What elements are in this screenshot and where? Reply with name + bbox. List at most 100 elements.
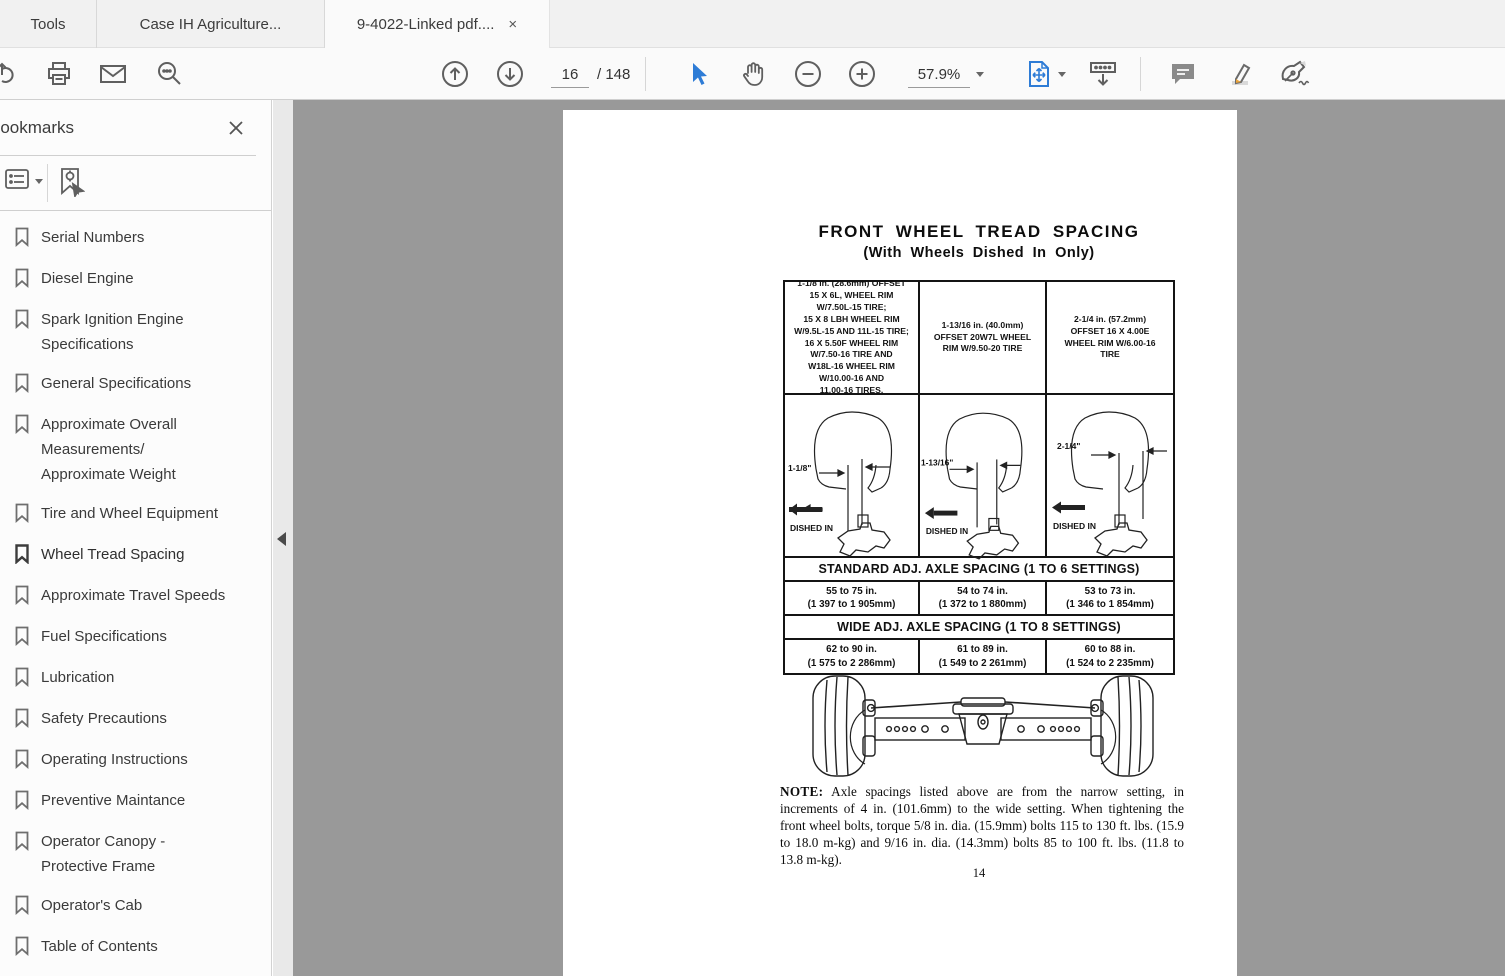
page-number-input[interactable] [551, 62, 589, 88]
zoom-level-value: 57.9% [917, 66, 961, 83]
panel-divider [0, 210, 271, 211]
panel-collapse-strip [273, 100, 293, 976]
hand-tool-button[interactable] [736, 57, 770, 91]
tab-document-1[interactable]: Case IH Agriculture... [97, 0, 325, 48]
print-button[interactable] [42, 57, 76, 91]
sign-pen-icon [1279, 59, 1311, 89]
wheel-diagram-cell: 1-1/8" DISHED IN [785, 395, 920, 557]
bookmark-item-approximate-overall[interactable]: Approximate Overall Measurements/ Approx… [0, 405, 271, 494]
tab-close-icon[interactable]: × [508, 16, 517, 33]
collapse-toolbar-icon [1087, 59, 1119, 89]
bookmark-item-approximate-travel-speeds[interactable]: Approximate Travel Speeds [0, 576, 271, 617]
tab-tools-label: Tools [30, 15, 66, 33]
bookmark-icon [14, 503, 32, 528]
bookmark-item-wheel-tread-spacing[interactable]: Wheel Tread Spacing [0, 535, 271, 576]
wheel-cross-section-diagram: 1-1/8" DISHED IN [788, 411, 893, 557]
print-icon [45, 60, 73, 88]
bookmark-item-diesel-engine[interactable]: Diesel Engine [0, 259, 271, 300]
bookmarks-toolbar [0, 156, 271, 210]
bookmark-icon [14, 373, 32, 398]
wheel-cross-section-diagram: 2-1/4" DISHED IN [1052, 411, 1167, 557]
next-page-button[interactable] [493, 57, 527, 91]
page-subtitle: (With Wheels Dished In Only) [863, 245, 1095, 261]
bookmarks-options-button[interactable] [4, 167, 43, 196]
offset-header-cell: 2-1/4 in. (57.2mm) OFFSET 16 X 4.00E WHE… [1064, 313, 1156, 360]
svg-text:1-1/8": 1-1/8" [788, 463, 811, 473]
select-tool-button[interactable] [681, 57, 715, 91]
front-axle-illustration [803, 670, 1163, 787]
bookmark-icon [14, 936, 32, 961]
bookmark-item-operator-canopy[interactable]: Operator Canopy - Protective Frame [0, 822, 271, 886]
zoom-in-button[interactable] [845, 57, 879, 91]
bookmark-item-table-of-contents[interactable]: Table of Contents [0, 927, 271, 968]
bookmarks-panel: Bookmarks [0, 100, 272, 976]
bookmark-item-operating-instructions[interactable]: Operating Instructions [0, 740, 271, 781]
share-button[interactable] [0, 57, 25, 91]
page-fit-caret-icon[interactable] [1058, 72, 1066, 77]
bookmark-item-safety-precautions[interactable]: Safety Precautions [0, 699, 271, 740]
find-button[interactable] [152, 57, 186, 91]
tab-bar: Tools Case IH Agriculture... 9-4022-Link… [0, 0, 1505, 48]
svg-text:DISHED IN: DISHED IN [790, 523, 833, 533]
standard-spacing-cell: 53 to 73 in. (1 346 to 1 854mm) [1066, 586, 1154, 611]
highlighter-icon [1224, 59, 1254, 89]
toolbar-divider [645, 57, 646, 91]
bookmark-item-lubrication[interactable]: Lubrication [0, 658, 271, 699]
bookmark-icon [14, 585, 32, 610]
collapse-panel-arrow-icon[interactable] [277, 532, 286, 546]
bookmarks-close-button[interactable] [224, 116, 248, 140]
note-text: Axle spacings listed above are from the … [780, 784, 1184, 867]
tab-document-2-active[interactable]: 9-4022-Linked pdf.... × [325, 0, 550, 48]
comment-button[interactable] [1166, 57, 1200, 91]
page-fit-button[interactable] [1022, 57, 1056, 91]
standard-spacing-cell: 54 to 74 in. (1 372 to 1 880mm) [920, 582, 1047, 615]
svg-text:1-13/16": 1-13/16" [921, 457, 953, 467]
wheel-diagram-cell: 1-13/16" DISHED IN [920, 395, 1047, 560]
bookmark-icon [14, 626, 32, 651]
bookmark-icon [14, 895, 32, 920]
page-up-icon [440, 59, 470, 89]
bookmark-icon [14, 831, 32, 879]
svg-text:2-1/4": 2-1/4" [1057, 441, 1080, 451]
bookmark-icon [14, 309, 32, 357]
bookmark-item-spark-ignition[interactable]: Spark Ignition Engine Specifications [0, 300, 271, 364]
bookmark-item-serial-numbers[interactable]: Serial Numbers [0, 218, 271, 259]
wide-spacing-cell: 62 to 90 in. (1 575 to 2 286mm) [785, 640, 920, 673]
bookmark-item-operators-cab[interactable]: Operator's Cab [0, 886, 271, 927]
go-to-bookmark-button[interactable] [57, 167, 86, 202]
content-area: Bookmarks [0, 100, 1505, 976]
document-viewport[interactable]: FRONT WHEEL TREAD SPACING (With Wheels D… [293, 100, 1505, 976]
toolbar-divider [1140, 57, 1141, 91]
highlight-button[interactable] [1222, 57, 1256, 91]
pdf-page: FRONT WHEEL TREAD SPACING (With Wheels D… [563, 110, 1237, 976]
zoom-out-icon [793, 59, 823, 89]
bookmark-item-fuel-specifications[interactable]: Fuel Specifications [0, 617, 271, 658]
offset-header-cell: 1-1/8 in. (28.6mm) OFFSET 15 X 6L, WHEEL… [785, 278, 920, 395]
page-down-icon [495, 59, 525, 89]
wheel-diagram-cell: 2-1/4" DISHED IN [1047, 395, 1173, 557]
email-button[interactable] [96, 57, 130, 91]
previous-page-button[interactable] [438, 57, 472, 91]
pdf-reader-window: Tools Case IH Agriculture... 9-4022-Link… [0, 0, 1505, 976]
bookmark-icon [14, 749, 32, 774]
bookmark-item-preventive-maintance[interactable]: Preventive Maintance [0, 781, 271, 822]
bookmark-icon-selected [14, 544, 32, 569]
zoom-caret-icon[interactable] [976, 72, 984, 77]
options-caret-icon [35, 179, 43, 184]
zoom-out-button[interactable] [791, 57, 825, 91]
collapse-toolbar-button[interactable] [1086, 57, 1120, 91]
zoom-level-dropdown[interactable]: 57.9% [908, 62, 970, 88]
bookmark-item-general-specifications[interactable]: General Specifications [0, 364, 271, 405]
bookmark-icon [14, 414, 32, 487]
fit-page-icon [1025, 59, 1053, 89]
page-count-label: / 148 [597, 65, 631, 83]
panel-toolbar-divider [47, 164, 48, 202]
wide-spacing-cell: 61 to 89 in. (1 549 to 2 261mm) [920, 640, 1047, 673]
bookmark-target-icon [57, 167, 86, 202]
tab-tools[interactable]: Tools [0, 0, 97, 48]
offset-header-cell: 1-13/16 in. (40.0mm) OFFSET 20W7L WHEEL … [920, 282, 1047, 393]
sign-button[interactable] [1278, 57, 1312, 91]
svg-text:DISHED IN: DISHED IN [1053, 521, 1096, 531]
bookmark-item-tire-wheel-equipment[interactable]: Tire and Wheel Equipment [0, 494, 271, 535]
svg-text:DISHED IN: DISHED IN [926, 526, 968, 536]
